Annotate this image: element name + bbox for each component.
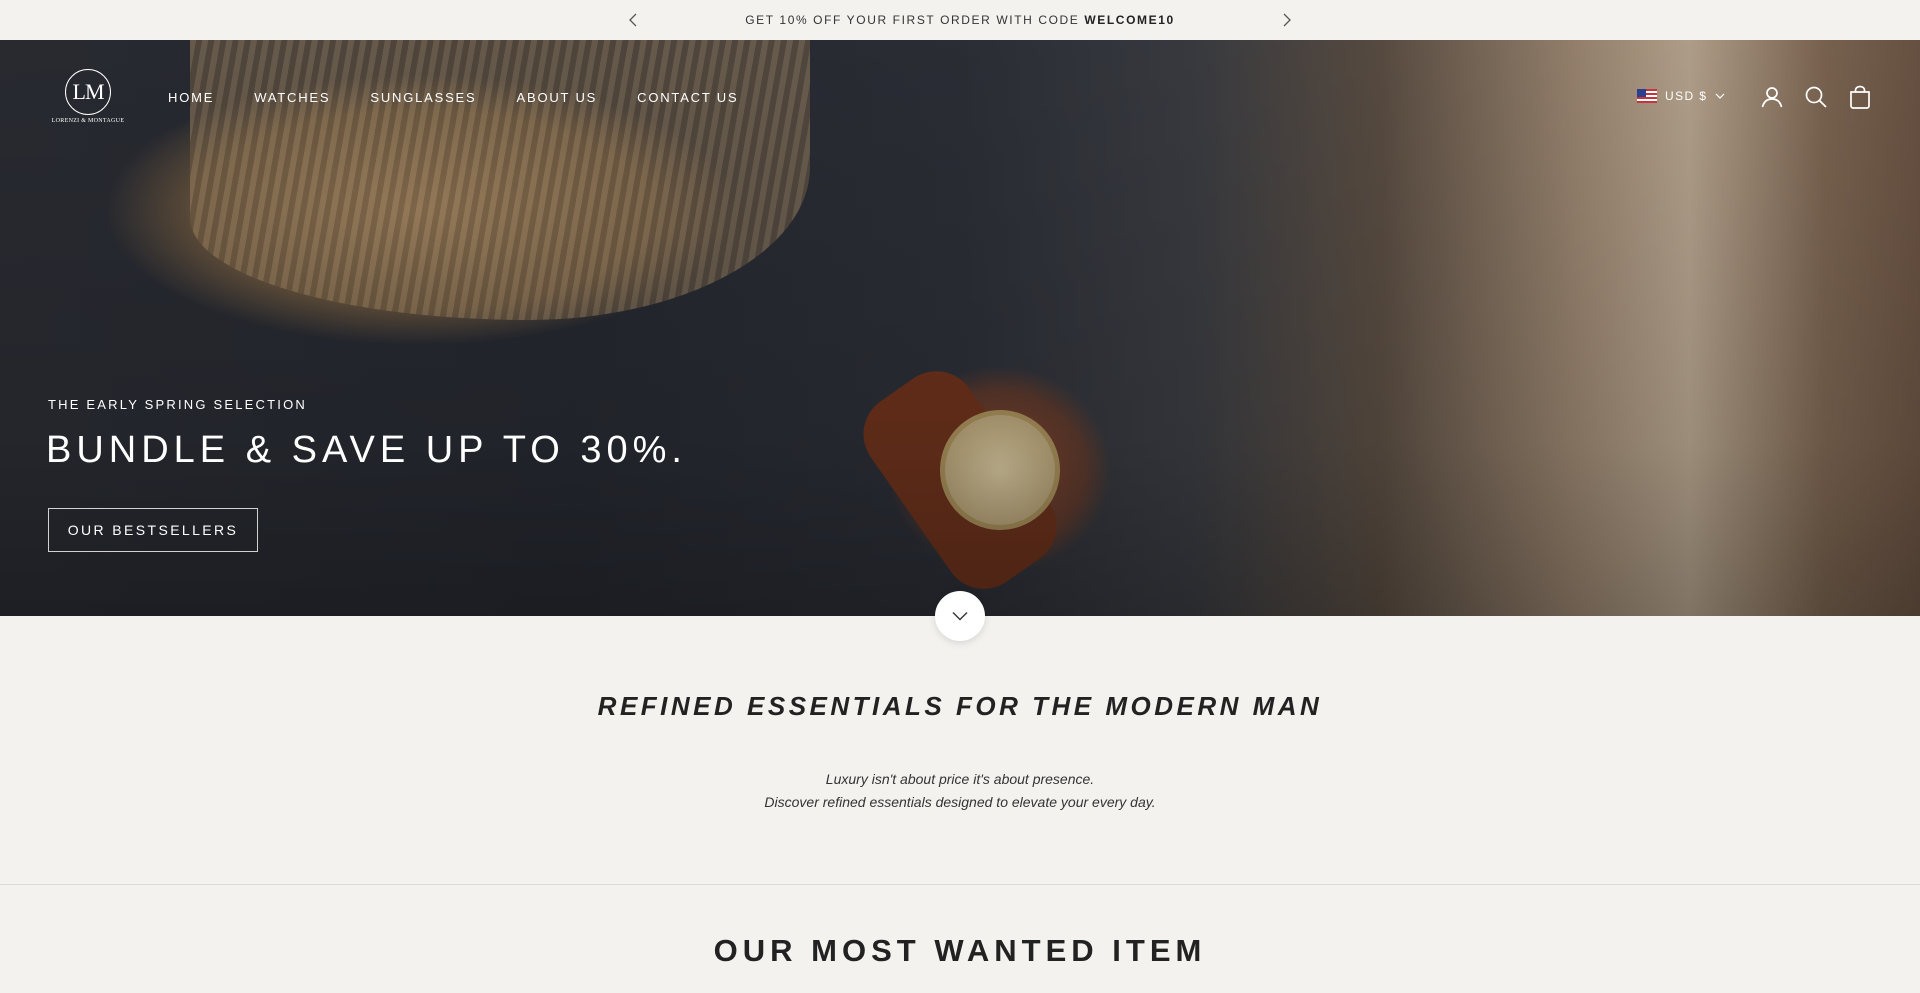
- nav-item-home[interactable]: HOME: [168, 90, 214, 105]
- announcement-prev-button[interactable]: [622, 8, 646, 32]
- nav-item-about-us[interactable]: ABOUT US: [517, 90, 598, 105]
- bestsellers-button[interactable]: OUR BESTSELLERS: [48, 508, 258, 552]
- account-icon: [1761, 87, 1783, 108]
- intro-text: Luxury isn't about price it's about pres…: [0, 768, 1920, 814]
- us-flag-icon: [1637, 89, 1657, 103]
- chevron-down-icon: [1715, 93, 1725, 99]
- scroll-down-button[interactable]: [935, 591, 985, 641]
- hero-eyebrow: THE EARLY SPRING SELECTION: [48, 397, 307, 412]
- intro-title: REFINED ESSENTIALS FOR THE MODERN MAN: [597, 691, 1323, 721]
- account-button[interactable]: [1759, 84, 1785, 110]
- chevron-down-icon: [952, 612, 968, 621]
- cart-button[interactable]: [1847, 84, 1873, 110]
- nav-item-sunglasses[interactable]: SUNGLASSES: [370, 90, 476, 105]
- announcement-message: GET 10% OFF YOUR FIRST ORDER WITH CODE: [745, 13, 1085, 27]
- brand-logo[interactable]: LM LORENZI & MONTAGUE: [50, 69, 126, 129]
- hero-image-watch-strap: [847, 355, 1073, 605]
- intro-line-2: Discover refined essentials designed to …: [764, 794, 1156, 810]
- announcement-text: GET 10% OFF YOUR FIRST ORDER WITH CODE W…: [745, 13, 1175, 27]
- search-icon: [1805, 86, 1827, 108]
- chevron-right-icon: [1283, 13, 1291, 27]
- nav-item-contact-us[interactable]: CONTACT US: [637, 90, 738, 105]
- currency-label: USD $: [1665, 89, 1708, 103]
- main-nav: HOME WATCHES SUNGLASSES ABOUT US CONTACT…: [168, 90, 778, 105]
- hero-image-watch: [923, 393, 1077, 547]
- announcement-next-button[interactable]: [1274, 8, 1298, 32]
- intro-line-1: Luxury isn't about price it's about pres…: [825, 771, 1095, 787]
- chevron-left-icon: [629, 13, 637, 27]
- promo-code: WELCOME10: [1084, 13, 1175, 27]
- logo-monogram: LM: [65, 69, 111, 115]
- section-divider: [0, 884, 1920, 885]
- featured-section-title: OUR MOST WANTED ITEM: [713, 933, 1207, 968]
- announcement-bar: GET 10% OFF YOUR FIRST ORDER WITH CODE W…: [0, 0, 1920, 40]
- cart-icon: [1850, 85, 1870, 109]
- nav-item-watches[interactable]: WATCHES: [254, 90, 330, 105]
- logo-wordmark: LORENZI & MONTAGUE: [51, 118, 125, 124]
- search-button[interactable]: [1803, 84, 1829, 110]
- currency-selector[interactable]: USD $: [1637, 89, 1725, 103]
- site-header: LM LORENZI & MONTAGUE HOME WATCHES SUNGL…: [0, 40, 1920, 158]
- hero-headline: BUNDLE & SAVE UP TO 30%.: [46, 429, 687, 471]
